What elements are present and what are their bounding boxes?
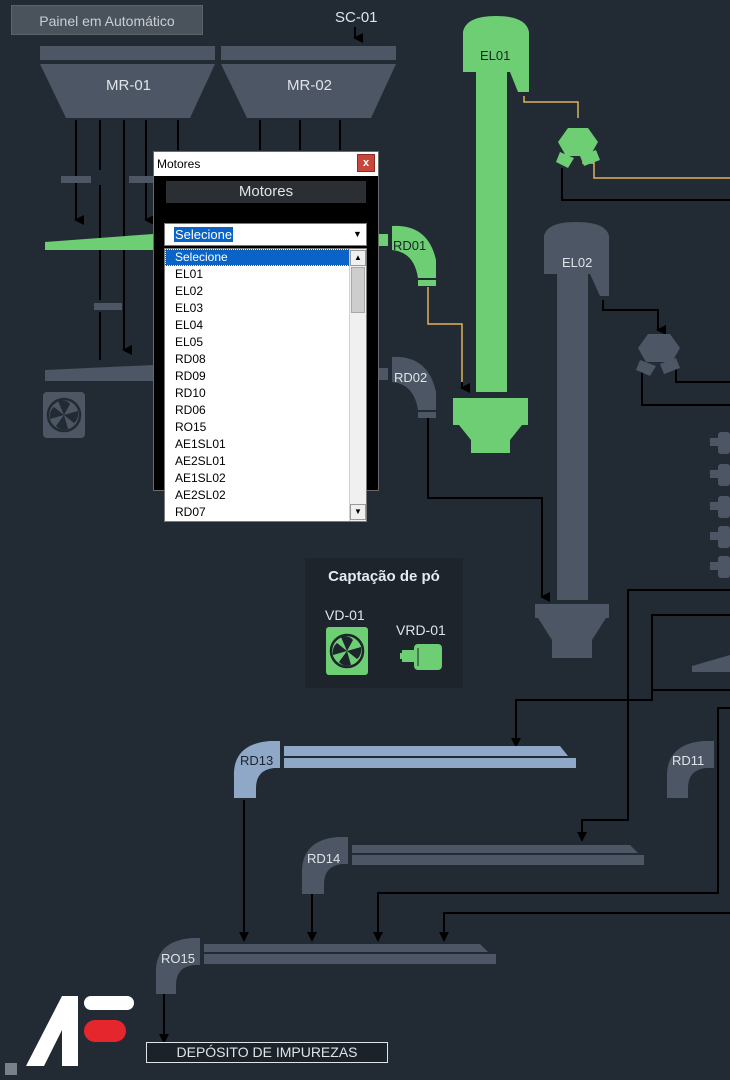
distributor-el01[interactable]: [556, 128, 600, 168]
motor-option[interactable]: AE2SL02: [165, 487, 350, 504]
motor-option[interactable]: AE2SL01: [165, 453, 350, 470]
chevron-down-icon[interactable]: ▼: [351, 227, 364, 242]
motor-select-value: Selecione: [174, 227, 234, 242]
motor-option[interactable]: EL05: [165, 334, 350, 351]
el01-label: EL01: [480, 48, 511, 63]
company-logo: [26, 996, 134, 1066]
rd13-conveyor[interactable]: [233, 741, 576, 798]
elevator-el01[interactable]: [453, 16, 529, 453]
motor-option[interactable]: RO15: [165, 419, 350, 436]
scroll-down-icon[interactable]: ▼: [350, 504, 366, 520]
vd01-label: VD-01: [325, 607, 365, 623]
motor-option[interactable]: RD10: [165, 385, 350, 402]
vd01-fan-icon[interactable]: [325, 626, 369, 676]
dialog-header: Motores: [166, 181, 366, 203]
motor-option[interactable]: EL03: [165, 300, 350, 317]
rd01-elbow[interactable]: [378, 225, 436, 286]
dropdown-scrollbar[interactable]: ▲ ▼: [349, 249, 366, 521]
motor-option[interactable]: RD08: [165, 351, 350, 368]
corner-handle[interactable]: [5, 1063, 17, 1075]
mr01-label: MR-01: [106, 77, 152, 94]
motor-option[interactable]: EL01: [165, 266, 350, 283]
distributor-el02[interactable]: [636, 334, 680, 376]
elevator-el02[interactable]: [535, 222, 609, 658]
dust-collection-panel: Captação de pó VD-01 VRD-01: [305, 558, 463, 688]
motor-options: Selecione EL01 EL02 EL03 EL04 EL05 RD08 RD09 RD1…: [165, 249, 350, 521]
vrd01-label: VRD-01: [396, 622, 446, 638]
motor-option[interactable]: RD07: [165, 504, 350, 521]
ro15-label: RO15: [161, 951, 195, 966]
rd14-conveyor[interactable]: [301, 837, 644, 894]
dialog-titlebar[interactable]: Motores x: [154, 152, 378, 176]
rd11-conveyor[interactable]: [666, 741, 714, 798]
motor-option[interactable]: Selecione: [165, 249, 350, 266]
ro15-conveyor[interactable]: [155, 938, 496, 994]
mr02-label: MR-02: [287, 77, 333, 94]
rd01-label: RD01: [393, 238, 427, 253]
rd13-label: RD13: [240, 753, 274, 768]
el02-label: EL02: [562, 255, 593, 270]
auto-mode-button[interactable]: Painel em Automático: [11, 5, 203, 35]
deposit-label: DEPÓSITO DE IMPUREZAS: [146, 1042, 388, 1063]
motor-option[interactable]: EL02: [165, 283, 350, 300]
motor-option[interactable]: AE1SL01: [165, 436, 350, 453]
motor-dropdown-list[interactable]: Selecione EL01 EL02 EL03 EL04 EL05 RD08 RD09 RD1…: [164, 248, 367, 522]
right-motor-stack: [710, 432, 730, 578]
scroll-up-icon[interactable]: ▲: [350, 250, 366, 266]
rd11-label: RD11: [672, 753, 705, 768]
fan-left-icon[interactable]: [43, 392, 85, 438]
motor-select[interactable]: Selecione ▼: [164, 223, 367, 246]
rd02-label: RD02: [394, 370, 428, 385]
sc01-label: SC-01: [335, 9, 378, 26]
motor-option[interactable]: RD06: [165, 402, 350, 419]
close-button[interactable]: x: [357, 154, 375, 172]
motor-option[interactable]: EL04: [165, 317, 350, 334]
dialog-title: Motores: [157, 157, 201, 171]
vrd01-motor-icon[interactable]: [400, 642, 448, 672]
rd02-elbow[interactable]: [378, 356, 436, 418]
motor-option[interactable]: RD09: [165, 368, 350, 385]
scroll-thumb[interactable]: [351, 267, 365, 313]
dust-collection-title: Captação de pó: [328, 568, 440, 585]
motor-option[interactable]: AE1SL02: [165, 470, 350, 487]
rd14-label: RD14: [307, 851, 341, 866]
